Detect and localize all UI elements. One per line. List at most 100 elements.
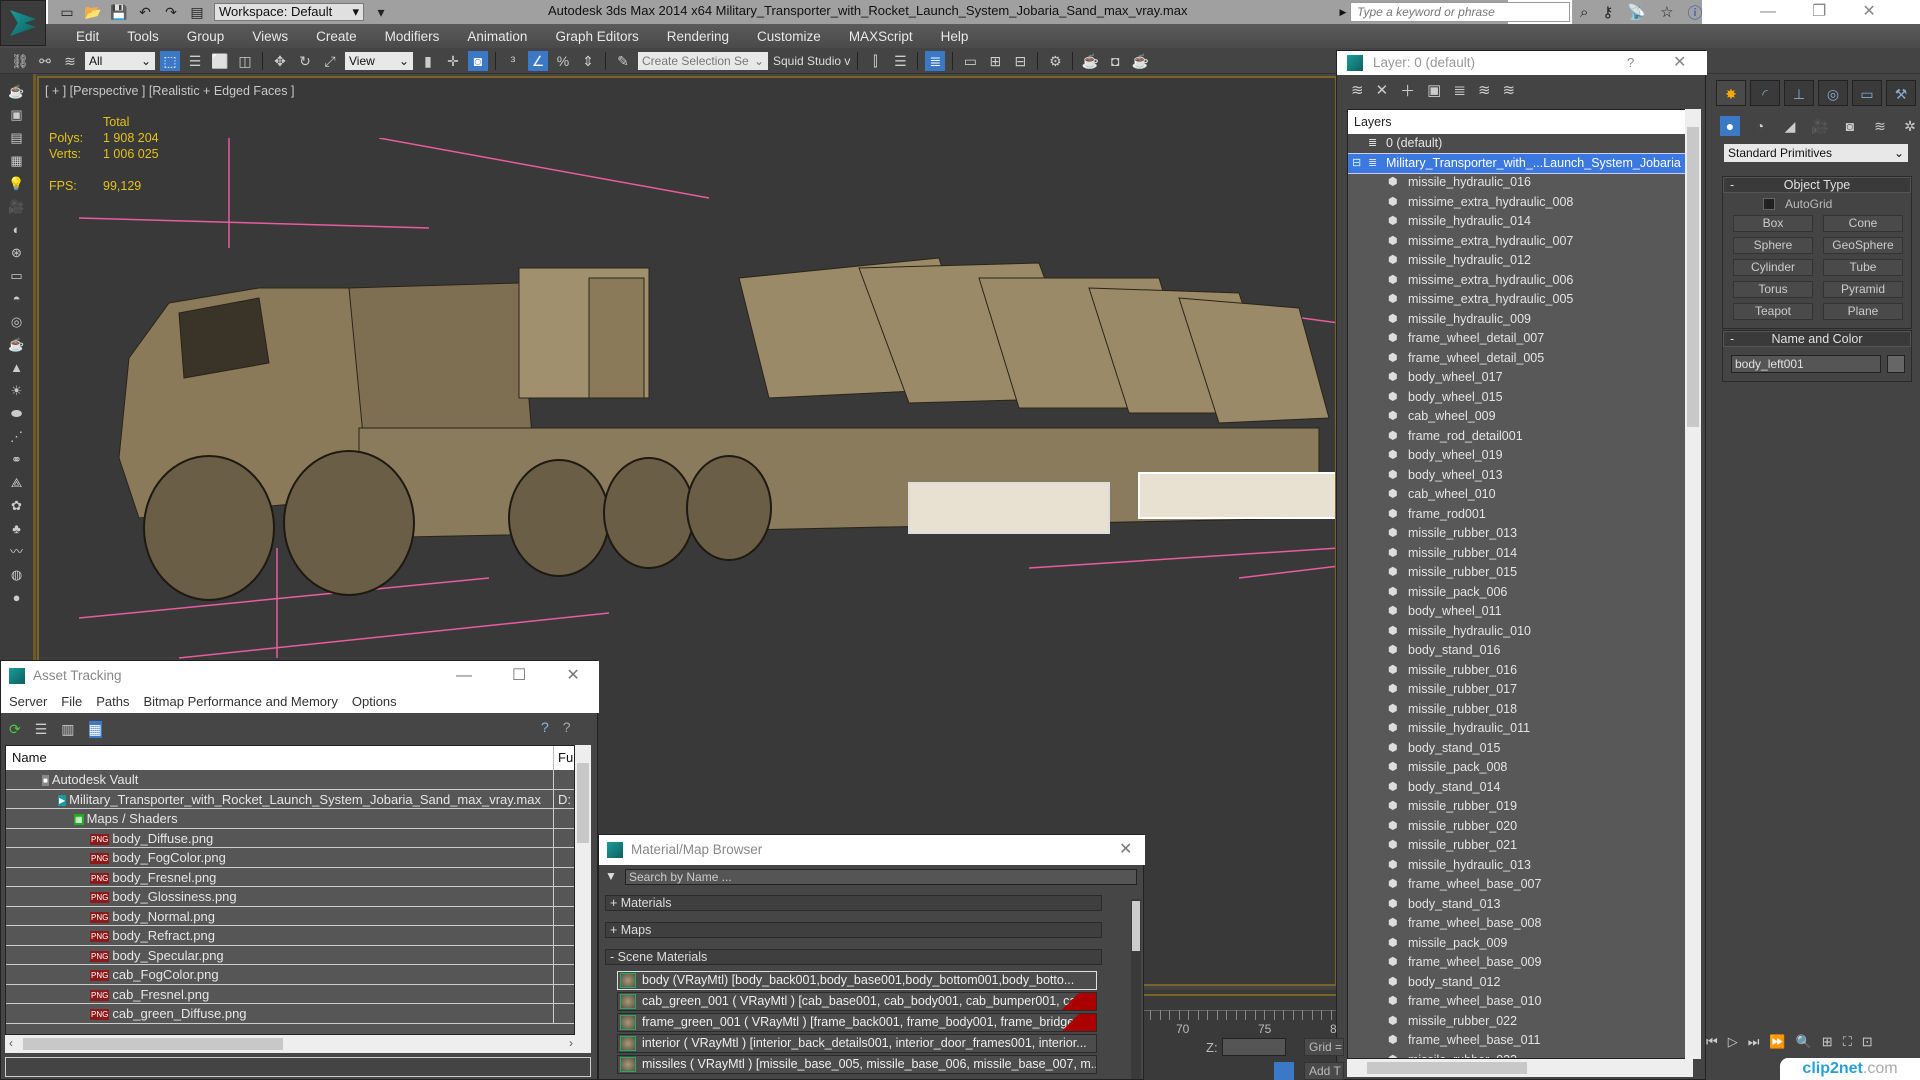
layer-object-item[interactable]: ⬢missile_rubber_023 bbox=[1348, 1051, 1692, 1059]
close-icon[interactable]: ✕ bbox=[1119, 835, 1132, 865]
scrollbar-thumb[interactable] bbox=[1132, 901, 1140, 951]
help-icon[interactable]: ⓘ bbox=[1688, 2, 1703, 23]
bind-spacewarp-icon[interactable]: ≋ bbox=[60, 51, 80, 71]
add-time-tag-button[interactable]: Add T bbox=[1304, 1062, 1344, 1080]
menu-graph-editors[interactable]: Graph Editors bbox=[541, 29, 652, 44]
menu-file[interactable]: File bbox=[61, 691, 82, 713]
menu-bitmap-performance[interactable]: Bitmap Performance and Memory bbox=[144, 691, 338, 713]
scrollbar-thumb[interactable] bbox=[23, 1038, 283, 1050]
zoom-extents-all-icon[interactable]: ⊡ bbox=[1862, 1034, 1873, 1050]
menu-server[interactable]: Server bbox=[9, 691, 47, 713]
helpers-icon[interactable]: ◙ bbox=[1840, 116, 1860, 136]
menu-create[interactable]: Create bbox=[302, 29, 371, 44]
menu-paths[interactable]: Paths bbox=[96, 691, 129, 713]
asset-row[interactable]: PNG body_Normal.png bbox=[6, 906, 574, 926]
layer-vertical-scrollbar[interactable] bbox=[1685, 109, 1701, 1059]
name-column-header[interactable]: Name bbox=[6, 746, 554, 770]
scale-icon[interactable]: ⤢ bbox=[320, 51, 340, 71]
play-icon[interactable]: ▷ bbox=[1728, 1034, 1738, 1050]
collapse-icon[interactable]: ⊟ bbox=[1352, 154, 1361, 174]
layer-explorer-icon[interactable]: ≣ bbox=[925, 50, 946, 71]
cylinder-button[interactable]: Cylinder bbox=[1733, 259, 1813, 276]
layer-object-item[interactable]: ⬢ missime_extra_hydraulic_005 bbox=[1348, 290, 1692, 310]
select-layer-icon[interactable]: ≣ bbox=[1453, 81, 1466, 99]
hair-icon[interactable]: 〰 bbox=[8, 544, 26, 560]
menu-help[interactable]: Help bbox=[927, 29, 983, 44]
teapot-button[interactable]: Teapot bbox=[1733, 303, 1813, 320]
layer-object-item[interactable]: ⬢ missile_rubber_016 bbox=[1348, 661, 1692, 681]
table-icon[interactable]: ▦ bbox=[8, 153, 26, 169]
create-layer-icon[interactable]: ≋ bbox=[1351, 81, 1364, 99]
pyramid-button[interactable]: Pyramid bbox=[1823, 281, 1903, 298]
zoom-icon[interactable]: 🔍 bbox=[1796, 1034, 1812, 1050]
layer-object-item[interactable]: ⬢ missile_rubber_015 bbox=[1348, 563, 1692, 583]
asset-row[interactable]: PNG cab_Fresnel.png bbox=[6, 984, 574, 1004]
geosphere-button[interactable]: GeoSphere bbox=[1823, 237, 1903, 254]
layer-object-item[interactable]: ⬢ missile_rubber_014 bbox=[1348, 544, 1692, 564]
full-path-column-header[interactable]: Fu bbox=[554, 746, 574, 770]
unlink-icon[interactable]: ⚯ bbox=[35, 51, 55, 71]
link-icon[interactable]: ⛓ bbox=[10, 51, 30, 71]
scrollbar-thumb[interactable] bbox=[1687, 127, 1699, 427]
shell-icon[interactable]: ◍ bbox=[8, 567, 26, 583]
menu-edit[interactable]: Edit bbox=[62, 29, 113, 44]
layer-object-item[interactable]: ⬢ body_stand_012 bbox=[1348, 973, 1692, 993]
render-setup-icon[interactable]: ⚙ bbox=[1045, 51, 1065, 71]
sphere-light-icon[interactable]: ◎ bbox=[8, 314, 26, 330]
layer-object-item[interactable]: ⬢ missile_hydraulic_011 bbox=[1348, 719, 1692, 739]
add-to-layer-icon[interactable]: ＋ bbox=[1400, 80, 1415, 101]
layer-horizontal-scrollbar[interactable] bbox=[1347, 1059, 1693, 1077]
utilities-tab-icon[interactable]: ⚒ bbox=[1886, 80, 1916, 106]
reference-coord-dropdown[interactable]: View ⌄ bbox=[345, 51, 413, 70]
qat-overflow-icon[interactable]: ▾ bbox=[372, 4, 390, 20]
workspace-dropdown[interactable]: Workspace: Default ▾ bbox=[214, 3, 364, 21]
fur-icon[interactable]: ⋰ bbox=[8, 429, 26, 445]
proxy-icon[interactable]: ⟁ bbox=[8, 475, 26, 491]
help-globe-icon[interactable]: ? bbox=[541, 719, 549, 735]
angle-snap-icon[interactable]: ∠ bbox=[528, 50, 548, 71]
save-icon[interactable]: 💾 bbox=[110, 4, 128, 20]
plane-light-icon[interactable]: ▭ bbox=[8, 268, 26, 284]
layers-column-header[interactable]: Layers bbox=[1348, 110, 1692, 134]
layer-object-item[interactable]: ⬢ frame_wheel_base_007 bbox=[1348, 875, 1692, 895]
pivot-center-icon[interactable]: ▮ bbox=[418, 51, 438, 71]
scroll-left-icon[interactable]: ‹ bbox=[9, 1036, 13, 1050]
asset-vertical-scrollbar[interactable] bbox=[575, 745, 591, 1035]
light-lister-icon[interactable]: 💡 bbox=[8, 176, 26, 192]
curve-editor-icon[interactable]: ▭ bbox=[960, 51, 980, 71]
scene-material-item[interactable]: body (VRayMtl) [body_back001,body_base00… bbox=[617, 971, 1097, 990]
viewport-label[interactable]: [ + ] [Perspective ] [Realistic + Edged … bbox=[45, 84, 294, 98]
torus-button[interactable]: Torus bbox=[1733, 281, 1813, 298]
layer-object-item[interactable]: ⬢ frame_wheel_base_009 bbox=[1348, 953, 1692, 973]
layer-object-item[interactable]: ⬢ missile_rubber_020 bbox=[1348, 817, 1692, 837]
maps-group[interactable]: + Maps bbox=[605, 922, 1102, 938]
highlight-layer-icon[interactable]: ≋ bbox=[1478, 81, 1491, 99]
layer-military-transporter[interactable]: ⊟ ≣ Military_Transporter_with_...Launch_Sy… bbox=[1348, 152, 1692, 174]
render-iterative-icon[interactable]: ☕ bbox=[1130, 51, 1150, 71]
star-icon[interactable]: ☆ bbox=[1660, 3, 1673, 21]
layer-object-item[interactable]: ⬢ body_wheel_017 bbox=[1348, 368, 1692, 388]
layer-object-item[interactable]: ⬢ missime_extra_hydraulic_007 bbox=[1348, 232, 1692, 252]
hide-all-icon[interactable]: ≋ bbox=[1503, 81, 1516, 99]
layer-object-item[interactable]: ⬢ frame_wheel_base_008 bbox=[1348, 914, 1692, 934]
menu-views[interactable]: Views bbox=[238, 29, 302, 44]
shapes-icon[interactable]: ◔ bbox=[1750, 116, 1770, 136]
layer-object-item[interactable]: ⬢ missile_hydraulic_010 bbox=[1348, 622, 1692, 642]
layer-object-item[interactable]: ⬢ missile_hydraulic_013 bbox=[1348, 856, 1692, 876]
filter-options-icon[interactable]: ▼ bbox=[605, 869, 617, 883]
scroll-right-icon[interactable]: › bbox=[569, 1036, 573, 1050]
layer-object-item[interactable]: ⬢ cab_wheel_010 bbox=[1348, 485, 1692, 505]
film-reel-icon[interactable]: ⊛ bbox=[8, 245, 26, 261]
box-button[interactable]: Box bbox=[1733, 215, 1813, 232]
layer-object-item[interactable]: ⬢ body_stand_014 bbox=[1348, 778, 1692, 798]
material-search-input[interactable]: Search by Name ... bbox=[625, 869, 1137, 885]
autogrid-checkbox[interactable]: AutoGrid bbox=[1763, 197, 1911, 211]
restore-icon[interactable]: ❐ bbox=[1812, 0, 1826, 24]
layer-object-item[interactable]: ⬢ missime_extra_hydraulic_008 bbox=[1348, 193, 1692, 213]
scene-materials-group[interactable]: - Scene Materials bbox=[605, 949, 1102, 965]
material-editor-icon[interactable]: ⊟ bbox=[1010, 51, 1030, 71]
help-search-input[interactable]: Type a keyword or phrase bbox=[1350, 2, 1570, 22]
layer-object-item[interactable]: ⬢ body_wheel_019 bbox=[1348, 446, 1692, 466]
list-icon[interactable]: ▤ bbox=[8, 130, 26, 146]
layer-object-item[interactable]: ⬢ frame_rod_detail001 bbox=[1348, 427, 1692, 447]
